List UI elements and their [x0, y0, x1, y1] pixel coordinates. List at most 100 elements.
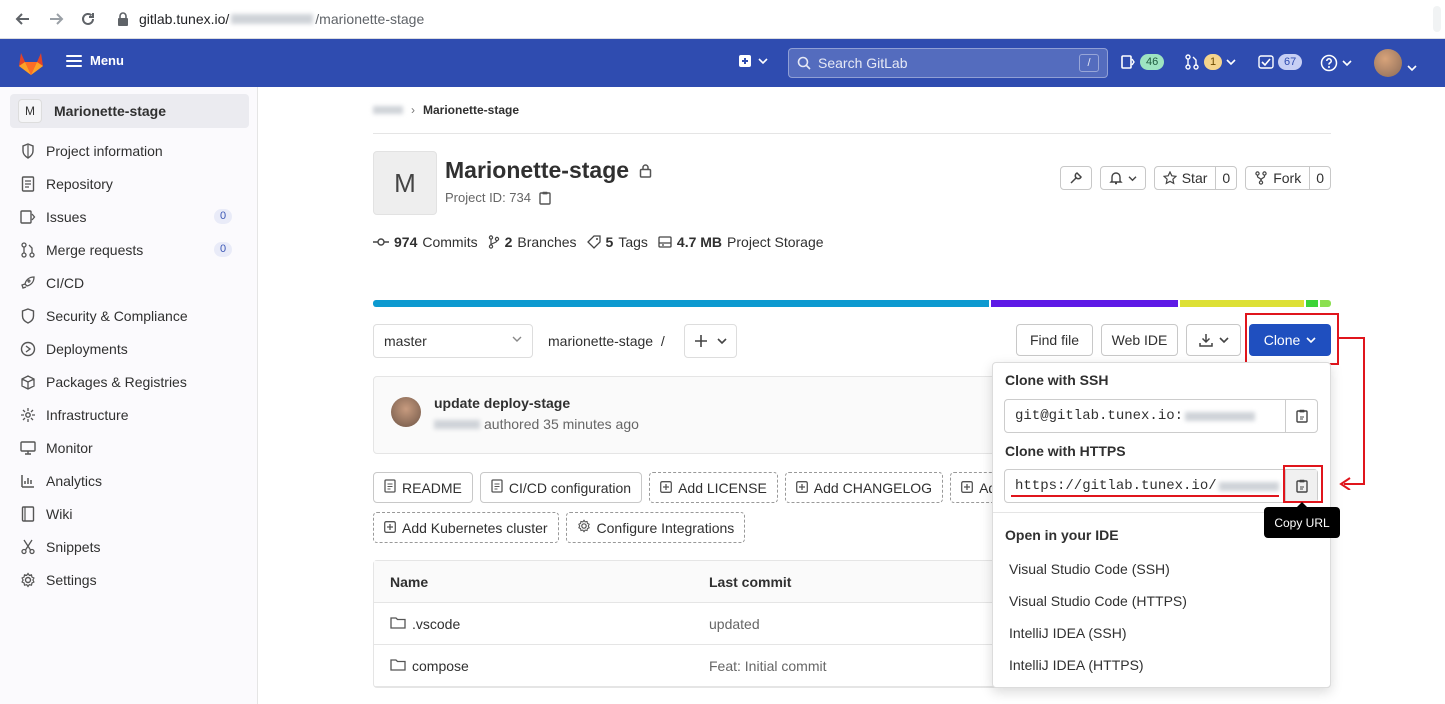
chevron-down-icon — [716, 338, 727, 345]
search-shortcut: / — [1079, 54, 1099, 72]
plus-square-icon — [739, 55, 751, 67]
sidebar-item-project-information[interactable]: Project information — [0, 134, 257, 167]
project-title: Marionette-stage — [445, 157, 630, 183]
sidebar-item-monitor[interactable]: Monitor — [0, 431, 257, 464]
address-bar[interactable]: gitlab.tunex.io/ /marionette-stage — [117, 11, 424, 27]
chevron-down-icon — [1226, 59, 1236, 66]
todos-button[interactable]: 67 — [1258, 54, 1303, 70]
ide-option[interactable]: Visual Studio Code (SSH) — [1009, 561, 1170, 577]
doc-icon — [20, 175, 36, 192]
copy-url-highlight-box — [1283, 465, 1323, 503]
reload-icon[interactable] — [77, 8, 99, 30]
repo-path[interactable]: marionette-stage / — [548, 333, 665, 349]
issues-icon — [20, 209, 36, 225]
find-file-button[interactable]: Find file — [1016, 324, 1093, 356]
branches-stat[interactable]: 2 Branches — [488, 234, 577, 250]
file-name-cell[interactable]: .vscode — [390, 616, 460, 632]
sidebar-item-wiki[interactable]: Wiki — [0, 497, 257, 530]
add-license-button[interactable]: Add LICENSE — [649, 472, 778, 503]
branch-selector[interactable]: master — [373, 324, 533, 358]
https-url-field[interactable]: https://gitlab.tunex.io/ — [1004, 469, 1318, 503]
chevron-down-icon — [512, 336, 522, 342]
web-ide-button[interactable]: Web IDE — [1101, 324, 1178, 356]
sidebar-item-merge-requests[interactable]: Merge requests 0 — [0, 233, 257, 266]
download-button[interactable] — [1186, 324, 1241, 356]
breadcrumb-group[interactable] — [373, 106, 403, 114]
last-commit-cell[interactable]: Feat: Initial commit — [709, 658, 826, 674]
commit-author-avatar[interactable] — [391, 397, 421, 427]
add-kubernetes-button[interactable]: Add Kubernetes cluster — [373, 512, 559, 543]
add-file-button[interactable] — [684, 324, 737, 358]
sidebar-item-infrastructure[interactable]: Infrastructure — [0, 398, 257, 431]
path-separator: / — [660, 333, 665, 349]
redacted-path — [231, 14, 314, 24]
storage-stat[interactable]: 4.7 MB Project Storage — [658, 234, 824, 250]
folder-icon — [390, 658, 406, 674]
configure-integrations-button[interactable]: Configure Integrations — [565, 512, 746, 543]
copy-icon[interactable] — [539, 191, 551, 205]
file-name-cell[interactable]: compose — [390, 658, 469, 674]
commit-title[interactable]: update deploy-stage — [434, 395, 570, 411]
sidebar-item-snippets[interactable]: Snippets — [0, 530, 257, 563]
cicd-config-button[interactable]: CI/CD configuration — [479, 472, 643, 503]
ide-option[interactable]: IntelliJ IDEA (SSH) — [1009, 625, 1126, 641]
sidebar-item-packages-registries[interactable]: Packages & Registries — [0, 365, 257, 398]
lock-icon — [118, 12, 128, 26]
project-avatar-small: M — [18, 99, 42, 123]
lock-icon — [639, 164, 652, 178]
url-host: gitlab.tunex.io/ — [139, 11, 230, 27]
settings-button[interactable] — [1059, 166, 1092, 190]
sidebar-item-label: Settings — [46, 571, 97, 588]
sidebar-project-header[interactable]: M Marionette-stage — [10, 94, 249, 128]
tags-label: Tags — [618, 234, 648, 250]
help-button[interactable] — [1320, 54, 1352, 72]
clone-https-title: Clone with HTTPS — [1005, 443, 1126, 459]
new-item-button[interactable] — [738, 54, 768, 68]
sidebar-item-label: Security & Compliance — [46, 307, 188, 324]
repo-path-name: marionette-stage — [548, 333, 654, 349]
sidebar-item-repository[interactable]: Repository — [0, 167, 257, 200]
merge-request-icon — [1185, 54, 1199, 70]
user-avatar[interactable] — [1374, 49, 1402, 77]
ide-option[interactable]: Visual Studio Code (HTTPS) — [1009, 593, 1187, 609]
star-button[interactable]: Star 0 — [1153, 166, 1238, 190]
ide-option[interactable]: IntelliJ IDEA (HTTPS) — [1009, 657, 1144, 673]
add-changelog-button[interactable]: Add CHANGELOG — [784, 472, 944, 503]
forward-icon[interactable] — [45, 8, 67, 30]
cloud-icon — [20, 407, 36, 423]
rocket-icon — [20, 275, 36, 291]
tags-stat[interactable]: 5 Tags — [586, 234, 648, 250]
sidebar-item-ci-cd[interactable]: CI/CD — [0, 266, 257, 299]
notification-button[interactable] — [1099, 166, 1146, 190]
sidebar-item-analytics[interactable]: Analytics — [0, 464, 257, 497]
redacted-author[interactable] — [434, 419, 480, 429]
package-icon — [20, 374, 36, 390]
copy-ssh-button[interactable] — [1285, 400, 1317, 432]
gitlab-logo-icon[interactable] — [18, 52, 44, 79]
sidebar-item-security-compliance[interactable]: Security & Compliance — [0, 299, 257, 332]
sidebar-item-issues[interactable]: Issues 0 — [0, 200, 257, 233]
last-commit-cell[interactable]: updated — [709, 616, 760, 632]
ssh-url-field[interactable]: git@gitlab.tunex.io: — [1004, 399, 1318, 433]
browser-menu[interactable] — [1433, 6, 1441, 32]
readme-button[interactable]: README — [373, 472, 473, 503]
wrench-icon — [1070, 172, 1082, 184]
sidebar-item-deployments[interactable]: Deployments — [0, 332, 257, 365]
sidebar-item-settings[interactable]: Settings — [0, 563, 257, 596]
branch-icon — [488, 235, 499, 249]
sidebar-item-label: Project information — [46, 142, 163, 159]
monitor-icon — [20, 440, 36, 456]
search-input[interactable]: Search GitLab / — [788, 48, 1108, 78]
back-icon[interactable] — [12, 8, 34, 30]
commits-stat[interactable]: 974 Commits — [373, 234, 478, 250]
merge-requests-button[interactable]: 1 — [1184, 54, 1236, 70]
sidebar-project-name: Marionette-stage — [54, 103, 167, 119]
gear-icon — [577, 519, 591, 536]
fork-button[interactable]: Fork 0 — [1245, 166, 1331, 190]
fork-label: Fork — [1273, 170, 1302, 186]
issues-button[interactable]: 46 — [1120, 54, 1165, 70]
chevron-down-icon[interactable] — [1407, 59, 1417, 75]
breadcrumb-current[interactable]: Marionette-stage — [423, 103, 519, 117]
menu-button[interactable]: Menu — [66, 53, 124, 68]
sidebar-item-label: CI/CD — [46, 274, 85, 291]
